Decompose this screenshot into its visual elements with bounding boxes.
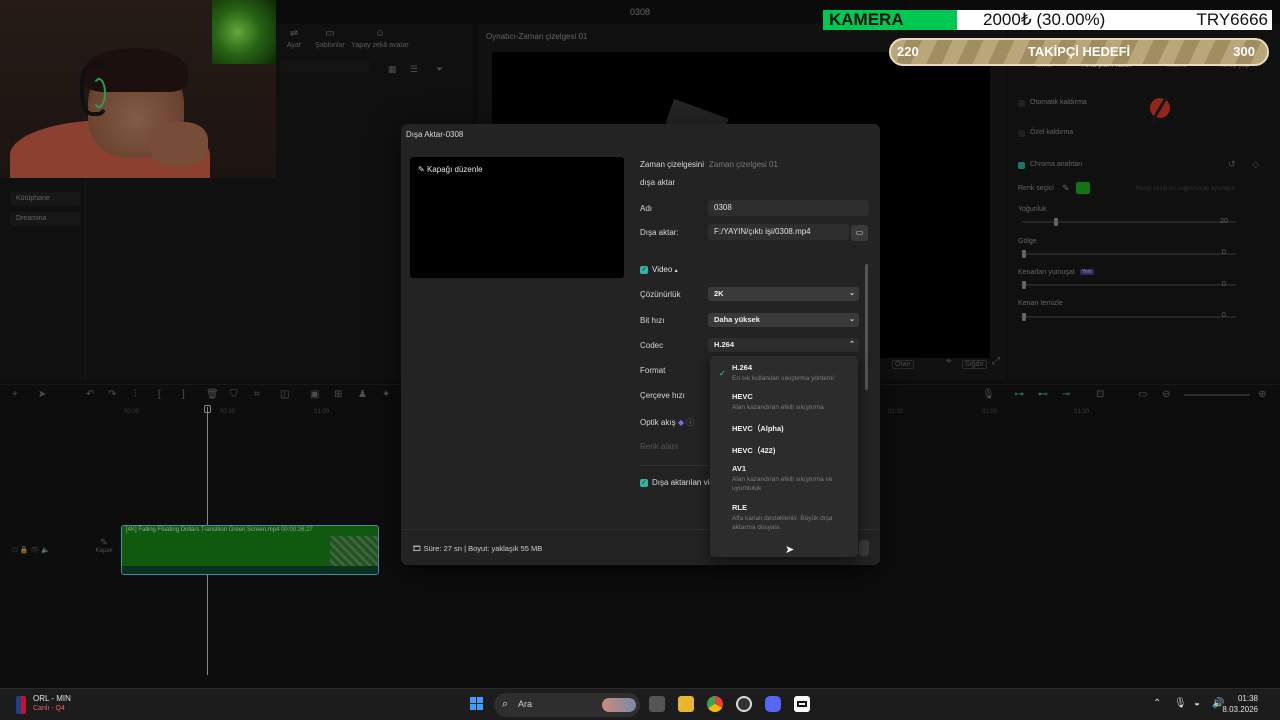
codec-option[interactable]: HEVC（Alpha): [732, 423, 854, 434]
codec-dropdown: ✓ H.264 En sık kullanılan sıkıştırma yön…: [710, 356, 858, 557]
obs-icon[interactable]: [736, 696, 752, 712]
export-button[interactable]: [859, 540, 869, 556]
chevron-up-icon: ⌃: [849, 341, 855, 348]
video-checkbox[interactable]: ✓: [640, 265, 648, 274]
timeline-export-label-2: dışa aktar: [640, 178, 676, 187]
timeline-export-label: Zaman çizelgesini: [640, 160, 705, 169]
export-info-text: Süre: 27 sn | Boyut: yaklaşık 55 MB: [423, 544, 543, 553]
codec-option-desc: Alfa kanalı destekleniir. Büyük dışa akt…: [732, 515, 833, 531]
codec-option-name: H.264: [732, 363, 753, 372]
resolution-value: 2K: [714, 289, 724, 298]
export-info: 🎞 Süre: 27 sn | Boyut: yaklaşık 55 MB: [412, 544, 542, 553]
camera-donation-bar: KAMERA 2000₺ (30.00%) TRY6666: [823, 10, 1272, 30]
follower-goal-bar: TAKİPÇİ HEDEFİ 220 300: [889, 38, 1269, 66]
info-icon[interactable]: ⓘ: [686, 418, 694, 427]
task-view-icon[interactable]: [649, 696, 665, 712]
name-field[interactable]: 0308: [708, 200, 869, 216]
optical-flow-label: Optik akış ◆ ⓘ: [640, 417, 694, 428]
folder-icon[interactable]: ▭: [851, 225, 868, 241]
codec-value: H.264: [714, 340, 735, 349]
chrome-icon[interactable]: [707, 696, 723, 712]
goal-target: 300: [1233, 44, 1255, 59]
camera-value: 2000₺ (30.00%): [983, 10, 1106, 29]
codec-option-desc: Alan kazandıran etkili sıkıştırma ve uyu…: [732, 476, 833, 492]
export-video-checkbox[interactable]: ✓: [640, 478, 648, 487]
goal-title: TAKİPÇİ HEDEFİ: [1027, 44, 1131, 59]
camera-code: TRY6666: [1196, 10, 1268, 29]
gem-icon: ◆: [677, 418, 684, 427]
chevron-down-icon: ⌄: [849, 316, 855, 323]
clock[interactable]: 01:38 8.03.2026: [1222, 694, 1258, 714]
file-explorer-icon[interactable]: [678, 696, 694, 712]
dialog-title: Dışa Aktar-0308: [406, 130, 464, 139]
pencil-icon: ✎: [418, 165, 425, 174]
chevron-down-icon: ⌄: [849, 290, 855, 297]
path-label: Dışa aktar:: [640, 228, 679, 237]
discord-icon[interactable]: [765, 696, 781, 712]
edit-cover-label: Kapağı düzenle: [426, 165, 483, 174]
timeline-export-value: Zaman çizelgesi 01: [709, 160, 778, 169]
search-icon: ⌕: [502, 698, 509, 710]
game-widget[interactable]: ORL - MIN Canlı - Q4: [33, 694, 71, 712]
wifi-icon[interactable]: ◒: [1194, 698, 1200, 709]
color-space-label: Renk alanı: [640, 442, 679, 451]
clock-time: 01:38: [1237, 694, 1258, 703]
codec-option[interactable]: AV1 Alan kazandıran etkili sıkıştırma ve…: [732, 464, 854, 493]
search-label: Ara: [518, 699, 533, 709]
codec-option-name: HEVC: [732, 392, 753, 401]
codec-select[interactable]: H.264 ⌃: [708, 338, 859, 352]
codec-option-name: HEVC（Alpha): [732, 424, 784, 433]
camera-label: KAMERA: [823, 10, 957, 30]
divider: [640, 465, 710, 466]
goal-current: 220: [897, 44, 919, 59]
search-highlight-image: [602, 698, 636, 712]
bitrate-label: Bit hızı: [640, 316, 665, 325]
resolution-select[interactable]: 2K ⌄: [708, 287, 859, 301]
codec-option-name: AV1: [732, 464, 747, 473]
taskbar-search[interactable]: ⌕ Ara: [494, 693, 640, 717]
export-video-option[interactable]: ✓ Dışa aktarılan vid: [640, 478, 714, 487]
codec-option-desc: En sık kullanılan sıkıştırma yöntemi: [732, 375, 834, 382]
game-teams: ORL - MIN: [33, 694, 71, 703]
clock-date: 8.03.2026: [1222, 705, 1258, 714]
codec-option-name: RLE: [732, 503, 747, 512]
game-status: Canlı - Q4: [33, 705, 65, 712]
codec-option[interactable]: RLE Alfa kanalı destekleniir. Büyük dışa…: [732, 503, 854, 532]
mouse-cursor-icon: ➤: [785, 544, 795, 556]
windows-start-icon[interactable]: [470, 697, 484, 711]
video-section-label: Video: [652, 265, 673, 274]
name-label: Adı: [640, 204, 653, 213]
export-video-label: Dışa aktarılan vid: [652, 478, 714, 487]
codec-option[interactable]: HEVC（422): [732, 445, 854, 456]
bitrate-select[interactable]: Daha yüksek ⌄: [708, 313, 859, 327]
mic-icon[interactable]: 🎙: [1174, 698, 1187, 709]
codec-label: Codec: [640, 341, 664, 350]
optical-flow-text: Optik akış: [640, 418, 676, 427]
codec-option[interactable]: HEVC Alan kazandıran etkili sıkıştırma: [732, 392, 854, 412]
chevron-up-icon: ▴: [674, 268, 678, 274]
codec-option[interactable]: H.264 En sık kullanılan sıkıştırma yönte…: [732, 363, 854, 383]
bitrate-value: Daha yüksek: [714, 315, 760, 324]
check-icon: ✓: [719, 369, 726, 378]
codec-option-name: HEVC（422): [732, 446, 776, 455]
export-path-field[interactable]: F:/YAYIN/çıktı işi/0308.mp4: [708, 224, 849, 240]
dialog-scrollbar[interactable]: [865, 264, 868, 390]
taskbar: ORL - MIN Canlı - Q4 ⌕ Ara ⌃ 🎙 ◒ 🔊 01:38…: [0, 688, 1280, 720]
film-icon: 🎞: [412, 544, 422, 553]
video-section-toggle[interactable]: ✓ Video ▴: [640, 265, 678, 274]
tray-chevron-icon[interactable]: ⌃: [1153, 698, 1161, 709]
resolution-label: Çözünürlük: [640, 290, 681, 299]
cover-preview[interactable]: ✎ Kapağı düzenle: [410, 157, 624, 278]
framerate-label: Çerçeve hızı: [640, 391, 685, 400]
codec-option-desc: Alan kazandıran etkili sıkıştırma: [732, 404, 824, 411]
format-label: Format: [640, 366, 666, 375]
capcut-icon[interactable]: [794, 696, 810, 712]
edit-cover-button[interactable]: ✎ Kapağı düzenle: [418, 165, 483, 174]
